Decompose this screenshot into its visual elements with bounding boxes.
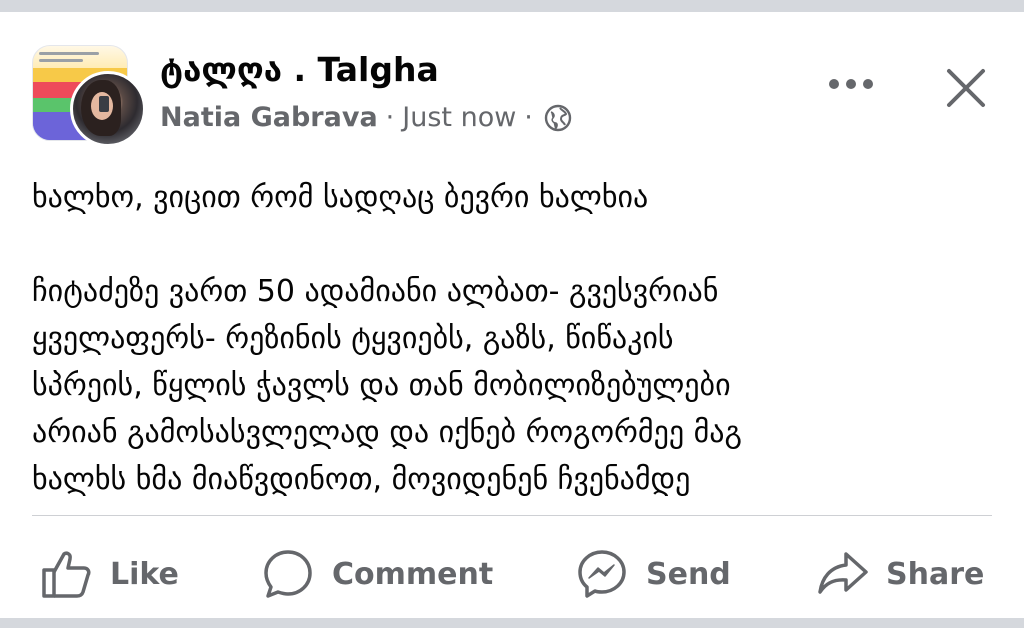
top-separator-strip — [0, 0, 1024, 12]
post-text: ხალხო, ვიცით რომ სადღაც ბევრი ხალხია ჩიტ… — [32, 174, 1002, 503]
share-label: Share — [886, 556, 985, 592]
meta-separator: · — [524, 102, 533, 133]
post-text-line: ჩიტაძეზე ვართ 50 ადამიანი ალბათ- გვესვრი… — [32, 274, 719, 309]
group-name[interactable]: ტალღა . Talgha — [160, 50, 439, 89]
post-meta: Natia Gabrava · Just now · — [160, 102, 573, 133]
more-horizontal-icon — [829, 79, 873, 89]
author-avatar[interactable] — [70, 71, 146, 147]
post-text-line: არიან გამოსასვლელად და იქნებ როგორმეე მა… — [32, 415, 742, 450]
share-icon — [818, 552, 868, 594]
share-button[interactable]: Share — [816, 542, 984, 606]
post-text-line: ყველაფერს- რეზინის ტყვიებს, გაზს, წიწაკი… — [32, 321, 674, 356]
actions-divider — [32, 515, 992, 516]
comment-label: Comment — [332, 556, 494, 592]
close-button[interactable] — [940, 62, 992, 114]
send-button[interactable]: Send — [576, 542, 731, 606]
post-card: ტალღა . Talgha Natia Gabrava · Just now … — [0, 12, 1024, 618]
like-button[interactable]: Like — [40, 542, 179, 606]
thumbs-up-icon — [42, 551, 91, 598]
author-name[interactable]: Natia Gabrava — [160, 102, 378, 133]
post-text-line: სპრეის, წყლის ჭავლს და თან მობილიზებულებ… — [32, 368, 731, 403]
comment-button[interactable]: Comment — [262, 542, 493, 606]
globe-icon[interactable] — [543, 103, 573, 133]
like-label: Like — [110, 556, 179, 592]
more-options-button[interactable] — [826, 66, 876, 102]
close-icon — [947, 69, 985, 107]
post-timestamp[interactable]: Just now — [402, 102, 516, 133]
author-avatar-phone — [99, 96, 109, 112]
group-avatar-scribble — [39, 59, 83, 62]
meta-separator: · — [385, 102, 395, 133]
comment-icon — [264, 550, 312, 598]
post-text-line: ხალხს ხმა მიაწვდინოთ, მოვიდენენ ჩვენამდე — [32, 462, 691, 497]
post-text-line: ხალხო, ვიცით რომ სადღაც ბევრი ხალხია — [32, 180, 649, 215]
bottom-separator-strip — [0, 618, 1024, 628]
send-label: Send — [646, 556, 731, 592]
messenger-icon — [578, 550, 626, 598]
group-avatar-scribble — [39, 52, 99, 55]
